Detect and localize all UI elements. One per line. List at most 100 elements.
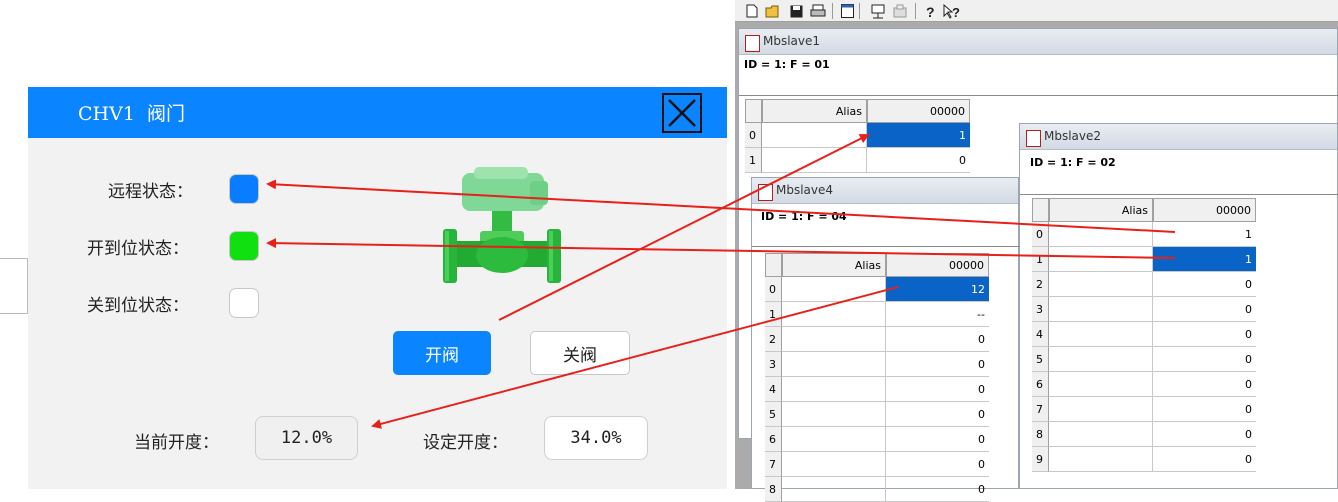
row-index: 3 [1032, 297, 1049, 322]
open-limit-status-label: 开到位状态： [87, 239, 189, 259]
alias-cell[interactable] [782, 377, 886, 402]
valve-stem [492, 211, 512, 233]
alias-column-header: Alias [1049, 198, 1153, 222]
row-index: 5 [1032, 347, 1049, 372]
mbslave1-title-bar[interactable]: Mbslave1 [739, 29, 1337, 55]
open-valve-button[interactable]: 开阀 [393, 331, 491, 375]
register-value-cell[interactable]: 0 [1153, 447, 1256, 472]
divider [1020, 194, 1338, 195]
document-icon [745, 35, 760, 52]
alias-cell[interactable] [782, 477, 886, 502]
window-icon[interactable] [838, 2, 856, 20]
alias-cell[interactable] [1049, 247, 1153, 272]
close-button[interactable] [662, 93, 702, 133]
row-index: 0 [765, 277, 782, 302]
actuator-cap [474, 167, 528, 179]
register-value-cell[interactable]: 0 [1153, 372, 1256, 397]
alias-cell[interactable] [762, 123, 867, 148]
row-index: 5 [765, 402, 782, 427]
register-value-cell[interactable]: 12 [886, 277, 989, 302]
alias-cell[interactable] [782, 427, 886, 452]
register-value-cell[interactable]: 0 [1153, 322, 1256, 347]
valve-dialog: CHV1 阀门 远程状态： 开到位状态： 关到位状态： 开阀 关阀 当前开度： … [28, 87, 727, 489]
alias-cell[interactable] [1049, 297, 1153, 322]
help-icon[interactable]: ? [922, 2, 940, 20]
register-value-cell[interactable]: 0 [886, 427, 989, 452]
mbslave4-window: Mbslave4 ID = 1: F = 04 Alias 00000 0 12 1 --… [751, 177, 1020, 502]
divider [752, 246, 1020, 247]
alias-cell[interactable] [1049, 222, 1153, 247]
alias-cell[interactable] [762, 148, 867, 173]
toolbar-separator [859, 3, 860, 19]
document-icon [1026, 130, 1041, 147]
close-icon [668, 99, 696, 127]
register-value-cell[interactable]: 0 [886, 402, 989, 427]
address-column-header: 00000 [1153, 198, 1256, 222]
register-value-cell[interactable]: 0 [886, 352, 989, 377]
row-index: 1 [765, 302, 782, 327]
mbslave1-info: ID = 1: F = 01 [744, 58, 830, 71]
toolbar-separator [832, 3, 833, 19]
alias-cell[interactable] [1049, 447, 1153, 472]
open-folder-icon[interactable] [764, 2, 782, 20]
register-value-cell[interactable]: 0 [886, 452, 989, 477]
row-index: 8 [1032, 422, 1049, 447]
alias-cell[interactable] [782, 302, 886, 327]
current-opening-value: 12.0% [255, 416, 358, 460]
document-icon [758, 184, 773, 201]
register-value-cell[interactable]: -- [886, 302, 989, 327]
mbslave4-title-bar[interactable]: Mbslave4 [752, 178, 1018, 204]
alias-cell[interactable] [1049, 322, 1153, 347]
connect-icon[interactable] [869, 2, 887, 20]
alias-cell[interactable] [1049, 422, 1153, 447]
mbslave4-register-grid: Alias 00000 0 12 1 -- 2 0 3 0 4 0 5 0 6 0 7 0 8 0 [765, 253, 991, 502]
alias-column-header: Alias [782, 253, 886, 277]
register-value-cell[interactable]: 0 [886, 377, 989, 402]
alias-cell[interactable] [782, 277, 886, 302]
save-icon[interactable] [787, 2, 805, 20]
alias-cell[interactable] [1049, 272, 1153, 297]
grid-corner [745, 99, 762, 123]
background-window-fragment [0, 258, 28, 314]
alias-cell[interactable] [1049, 397, 1153, 422]
register-value-cell[interactable]: 0 [867, 148, 970, 173]
print-icon[interactable] [809, 2, 827, 20]
setpoint-opening-input[interactable]: 34.0% [544, 416, 648, 460]
open-limit-status-indicator [229, 231, 259, 261]
row-index: 0 [745, 123, 762, 148]
register-value-cell[interactable]: 0 [1153, 397, 1256, 422]
alias-cell[interactable] [1049, 347, 1153, 372]
mbslave2-title-bar[interactable]: Mbslave2 [1020, 124, 1337, 150]
close-limit-status-indicator [229, 288, 259, 318]
mbslave2-info: ID = 1: F = 02 [1030, 156, 1116, 169]
actuator-side [530, 181, 548, 205]
row-index: 3 [765, 352, 782, 377]
disconnect-icon[interactable] [891, 2, 909, 20]
context-help-icon[interactable]: ? [943, 2, 961, 20]
register-value-cell[interactable]: 0 [886, 477, 989, 502]
register-value-cell[interactable]: 1 [1153, 247, 1256, 272]
row-index: 0 [1032, 222, 1049, 247]
toolbar: ? ? [735, 0, 1338, 22]
register-value-cell[interactable]: 0 [1153, 297, 1256, 322]
register-value-cell[interactable]: 0 [886, 327, 989, 352]
alias-cell[interactable] [782, 402, 886, 427]
register-value-cell[interactable]: 0 [1153, 422, 1256, 447]
alias-cell[interactable] [782, 452, 886, 477]
close-limit-status-label: 关到位状态： [87, 296, 189, 316]
register-value-cell[interactable]: 0 [1153, 347, 1256, 372]
mbslave2-window: Mbslave2 ID = 1: F = 02 Alias 00000 0 1 1 1 2 0… [1019, 123, 1338, 489]
left-flange-highlight [445, 231, 449, 281]
close-valve-button[interactable]: 关阀 [530, 331, 630, 375]
toolbar-separator [915, 3, 916, 19]
alias-cell[interactable] [782, 327, 886, 352]
register-value-cell[interactable]: 1 [867, 123, 970, 148]
svg-text:?: ? [952, 5, 960, 19]
row-index: 4 [765, 377, 782, 402]
register-value-cell[interactable]: 1 [1153, 222, 1256, 247]
alias-cell[interactable] [782, 352, 886, 377]
row-index: 7 [765, 452, 782, 477]
new-icon[interactable] [743, 2, 761, 20]
register-value-cell[interactable]: 0 [1153, 272, 1256, 297]
alias-cell[interactable] [1049, 372, 1153, 397]
